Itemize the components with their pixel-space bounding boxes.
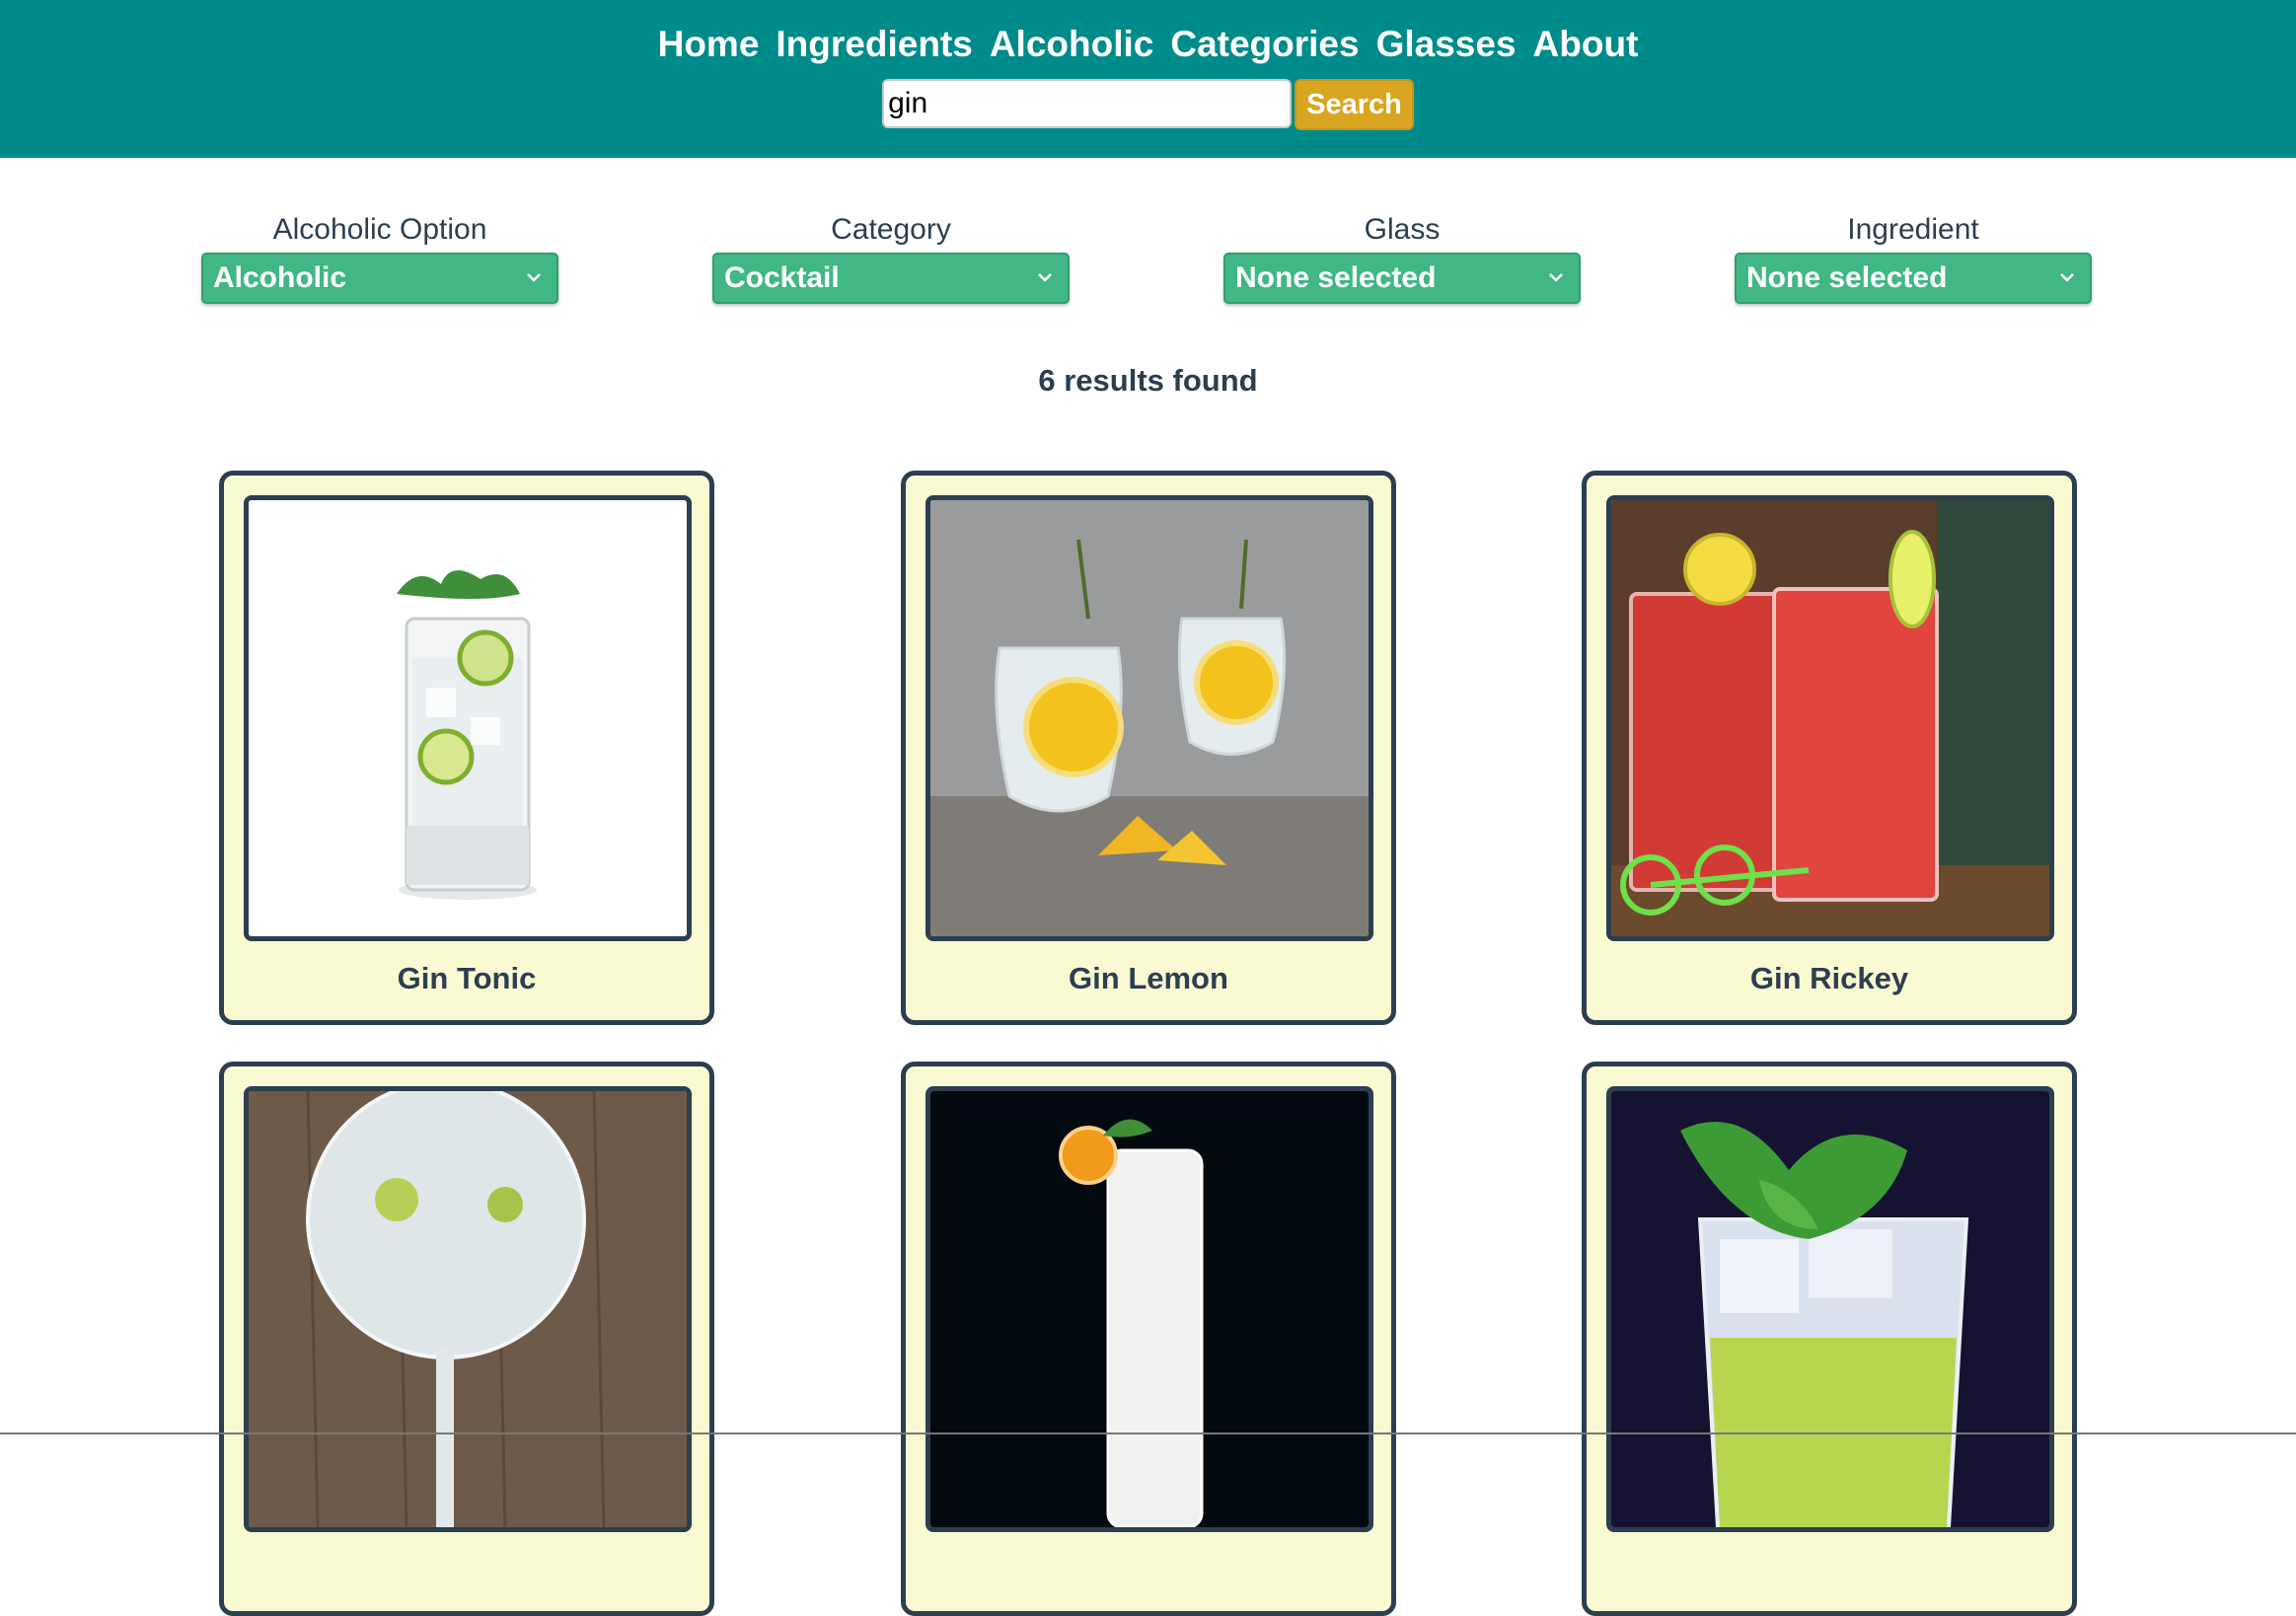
select-value: Cocktail: [724, 261, 840, 294]
drink-image: [926, 495, 1373, 941]
nav-home[interactable]: Home: [658, 24, 760, 65]
tall-glass-lime-icon: [249, 500, 687, 936]
nav-ingredients[interactable]: Ingredients: [776, 24, 972, 65]
drink-card[interactable]: [219, 1062, 714, 1616]
select-value: Alcoholic: [213, 261, 347, 294]
main-nav: Home Ingredients Alcoholic Categories Gl…: [0, 24, 2296, 65]
drink-image: [244, 1086, 692, 1532]
drink-image: [1606, 495, 2054, 941]
filter-ingredient: Ingredient None selected: [1735, 211, 2092, 304]
drink-card[interactable]: [901, 1062, 1396, 1616]
drink-name: Gin Rickey: [1749, 961, 1909, 995]
drink-name: Gin Tonic: [397, 961, 537, 995]
chevron-down-icon: [1549, 273, 1563, 282]
chevron-down-icon: [1038, 273, 1052, 282]
nav-categories[interactable]: Categories: [1170, 24, 1359, 65]
glass-select[interactable]: None selected: [1223, 253, 1581, 304]
filter-alcoholic-option: Alcoholic Option Alcoholic: [201, 211, 558, 304]
results-count: 6 results found: [1038, 363, 1258, 398]
drink-card[interactable]: [1582, 1062, 2077, 1616]
drink-image: [1606, 1086, 2054, 1532]
search-input[interactable]: [882, 79, 1293, 128]
nav-about[interactable]: About: [1533, 24, 1639, 65]
category-select[interactable]: Cocktail: [712, 253, 1070, 304]
drink-image: [244, 495, 692, 941]
filter-label: Glass: [1364, 213, 1441, 246]
drink-card[interactable]: Gin Tonic: [219, 471, 714, 1025]
filter-glass: Glass None selected: [1223, 211, 1581, 304]
gin-goblet-icon: [249, 1091, 687, 1527]
filter-category: Category Cocktail: [712, 211, 1070, 304]
drink-card[interactable]: Gin Lemon: [901, 471, 1396, 1025]
two-glasses-lemon-icon: [930, 500, 1369, 936]
chevron-down-icon: [2060, 273, 2074, 282]
nav-glasses[interactable]: Glasses: [1376, 24, 1517, 65]
filter-label: Ingredient: [1847, 213, 1979, 246]
nav-alcoholic[interactable]: Alcoholic: [990, 24, 1154, 65]
chevron-down-icon: [527, 273, 541, 282]
drink-name: Gin Lemon: [1069, 961, 1228, 995]
select-value: None selected: [1746, 261, 1948, 294]
filter-label: Alcoholic Option: [272, 213, 487, 246]
green-basil-drink-icon: [1611, 1091, 2049, 1527]
filter-label: Category: [831, 213, 951, 246]
select-value: None selected: [1235, 261, 1437, 294]
site-header: Home Ingredients Alcoholic Categories Gl…: [0, 0, 2296, 158]
white-highball-icon: [930, 1091, 1369, 1527]
search-button[interactable]: Search: [1295, 79, 1414, 130]
search-bar: Search: [0, 79, 2296, 130]
drink-image: [926, 1086, 1373, 1532]
ingredient-select[interactable]: None selected: [1735, 253, 2092, 304]
drink-card[interactable]: Gin Rickey: [1582, 471, 2077, 1025]
red-drinks-icon: [1611, 500, 2049, 936]
alcoholic-option-select[interactable]: Alcoholic: [201, 253, 558, 304]
